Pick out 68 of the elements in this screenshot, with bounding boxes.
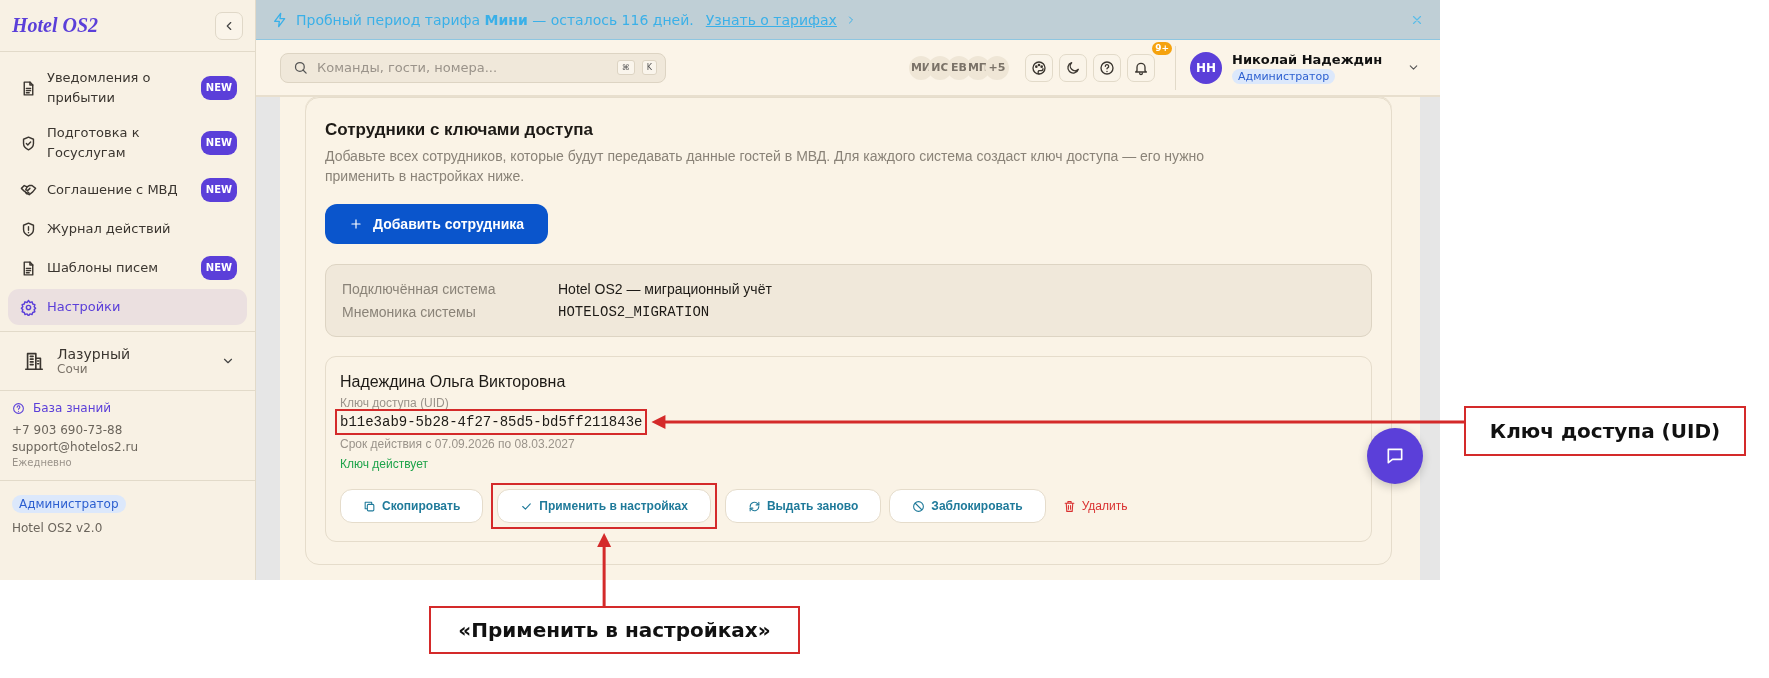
palette-icon: [1031, 59, 1047, 76]
role-badge: Администратор: [1232, 68, 1336, 84]
add-employee-button[interactable]: Добавить сотрудника: [325, 204, 549, 244]
access-key-value: b11e3ab9-5b28-4f27-85d5-bd5ff211843e: [335, 409, 648, 435]
shortcut-key: ⌘: [616, 60, 635, 75]
nav-item[interactable]: Подготовка к Госуслугам NEW: [8, 117, 247, 169]
shield-check-icon: [20, 134, 37, 152]
search-field[interactable]: Команды, гости, номера... ⌘ K: [280, 52, 666, 83]
knowledge-base-link[interactable]: База знаний: [12, 401, 243, 415]
nav-item[interactable]: Шаблоны писем NEW: [8, 250, 247, 286]
support-hours: Ежедневно: [12, 457, 73, 468]
moon-icon: [1065, 59, 1081, 76]
notifications-button[interactable]: [1127, 53, 1155, 82]
hotel-selector[interactable]: Лазурный Сочи: [0, 332, 255, 391]
validity-period: Срок действия с 07.09.2026 по 08.03.2027: [340, 437, 576, 451]
action-button[interactable]: Удалить: [1053, 489, 1137, 523]
employee-name: Надеждина Ольга Викторовна: [340, 373, 567, 391]
field-label: Ключ доступа (UID): [340, 397, 450, 409]
ban-icon: [912, 499, 926, 513]
annotation-label: Ключ доступа (UID): [1464, 406, 1746, 456]
app-version: Hotel OS2 v2.0: [12, 521, 103, 535]
new-badge: NEW: [200, 178, 237, 202]
settings-icon: [20, 298, 37, 316]
plus-icon: [349, 217, 363, 231]
new-badge: NEW: [200, 131, 237, 155]
action-button[interactable]: Скопировать: [340, 489, 484, 523]
user-avatar: НН: [1190, 51, 1222, 84]
nav-item[interactable]: Журнал действий: [8, 211, 247, 247]
refresh-icon: [747, 499, 761, 513]
shield-alert-icon: [20, 220, 37, 238]
support-email: support@hotelos2.ru: [12, 440, 140, 454]
new-badge: NEW: [200, 256, 237, 280]
nav-item[interactable]: Соглашение с МВД NEW: [8, 172, 247, 208]
field-value: Hotel OS2 — миграционный учёт: [558, 280, 772, 299]
trash-icon: [1062, 499, 1076, 513]
help-icon: [12, 401, 25, 415]
copy-icon: [363, 499, 376, 513]
search-icon: [293, 60, 308, 75]
theme-button[interactable]: [1059, 53, 1087, 82]
search-input[interactable]: Команды, гости, номера...: [315, 59, 610, 76]
annotation-label: «Применить в настройках»: [429, 606, 800, 654]
field-label: Мнемоника системы: [342, 303, 477, 322]
action-button[interactable]: Заблокировать: [889, 489, 1046, 523]
notification-badge: 9+: [1152, 41, 1172, 55]
user-avatar[interactable]: +5: [985, 55, 1009, 80]
phone-number: +7 903 690-73-88: [12, 423, 124, 437]
help-button[interactable]: [1093, 53, 1121, 82]
shortcut-key: K: [641, 60, 657, 75]
lightning-icon: [272, 11, 288, 28]
palette-button[interactable]: [1025, 53, 1053, 82]
help-icon: [1099, 59, 1115, 76]
section-title: Сотрудники с ключами доступа: [325, 120, 594, 140]
key-status: Ключ действует: [340, 457, 429, 471]
user-name: Николай Надеждин: [1232, 51, 1383, 67]
user-menu[interactable]: НН Николай Надеждин Администратор: [1190, 51, 1420, 84]
field-value: HOTELOS2_MIGRATION: [558, 303, 710, 322]
new-badge: NEW: [200, 76, 237, 100]
app-logo: Hotel OS2: [12, 14, 99, 37]
action-button[interactable]: Выдать заново: [724, 489, 882, 523]
nav-item[interactable]: Настройки: [8, 289, 247, 325]
field-label: Подключённая система: [342, 280, 497, 299]
nav-item[interactable]: Уведомления о прибытии NEW: [8, 62, 247, 114]
banner-message: Пробный период тарифа Мини — осталось 116 дней.: [296, 11, 694, 28]
chat-icon: [1385, 446, 1405, 466]
role-badge: Администратор: [12, 495, 126, 513]
building-icon: [23, 350, 45, 372]
section-description: Добавьте всех сотрудников, которые будут передавать данные гостей в МВД. Для каждого система создаст ключ доступа — его нужно применить в настройках ниже.: [325, 147, 1206, 186]
action-button[interactable]: Применить в настройках: [497, 489, 711, 523]
